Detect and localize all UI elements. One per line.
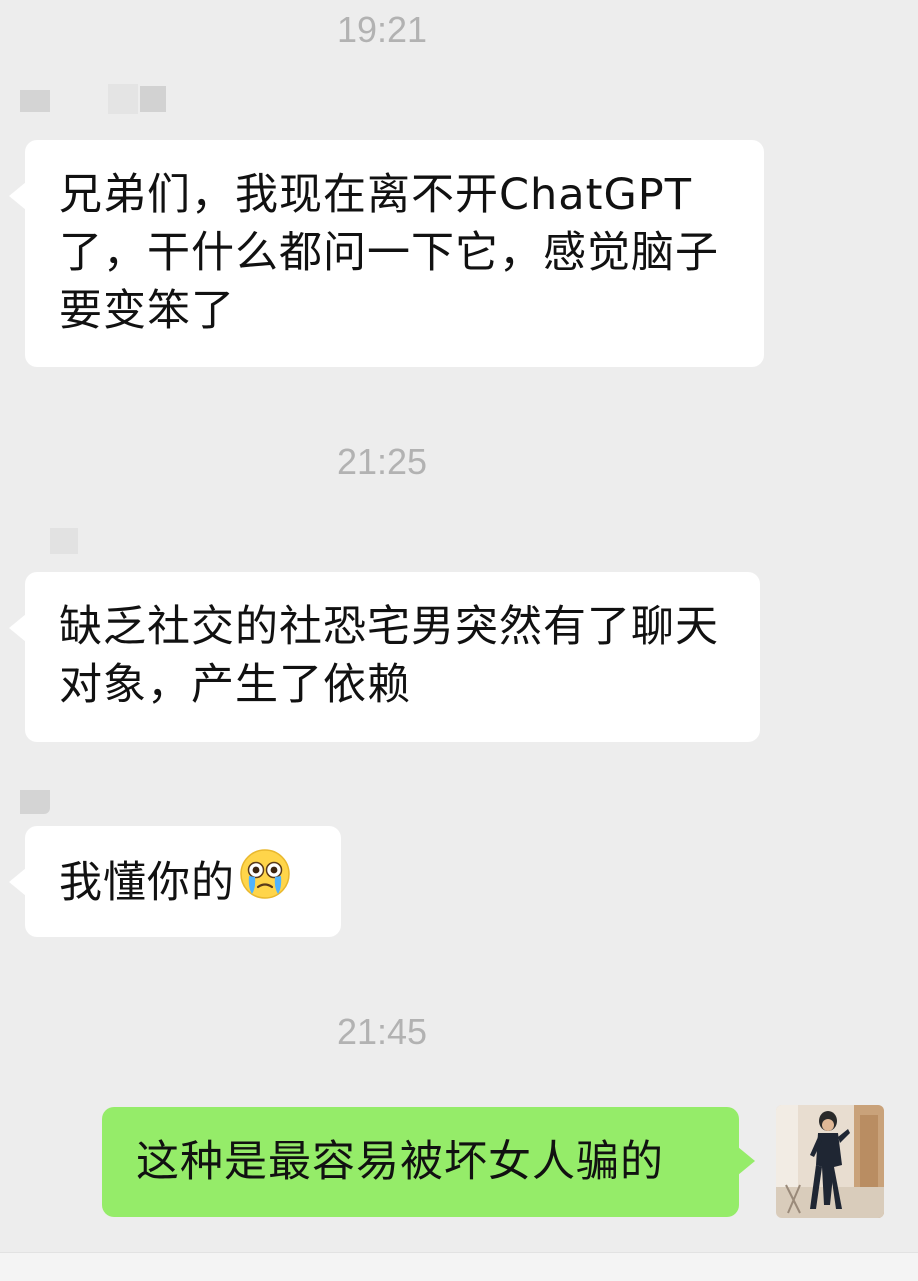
- incoming-message-bubble[interactable]: 兄弟们，我现在离不开ChatGPT了，干什么都问一下它，感觉脑子要变笨了: [9, 140, 764, 367]
- crying-face-emoji-icon: [239, 848, 291, 915]
- user-avatar-photo-icon: [776, 1105, 884, 1218]
- timestamp: 21:25: [336, 441, 428, 482]
- message-text: 缺乏社交的社恐宅男突然有了聊天对象，产生了依赖: [59, 602, 719, 710]
- timestamp: 19:21: [336, 9, 428, 50]
- incoming-message-bubble[interactable]: 我懂你的: [9, 826, 341, 937]
- message-text: 这种是最容易被坏女人骗的: [136, 1137, 664, 1187]
- input-bar[interactable]: [0, 1252, 918, 1281]
- user-avatar[interactable]: [776, 1105, 884, 1218]
- incoming-message-bubble[interactable]: 缺乏社交的社恐宅男突然有了聊天对象，产生了依赖: [9, 572, 760, 742]
- outgoing-message-bubble[interactable]: 这种是最容易被坏女人骗的: [102, 1107, 755, 1217]
- message-text: 我懂你的: [59, 858, 235, 908]
- message-text: 兄弟们，我现在离不开ChatGPT了，干什么都问一下它，感觉脑子要变笨了: [59, 170, 719, 336]
- timestamp: 21:45: [336, 1011, 428, 1052]
